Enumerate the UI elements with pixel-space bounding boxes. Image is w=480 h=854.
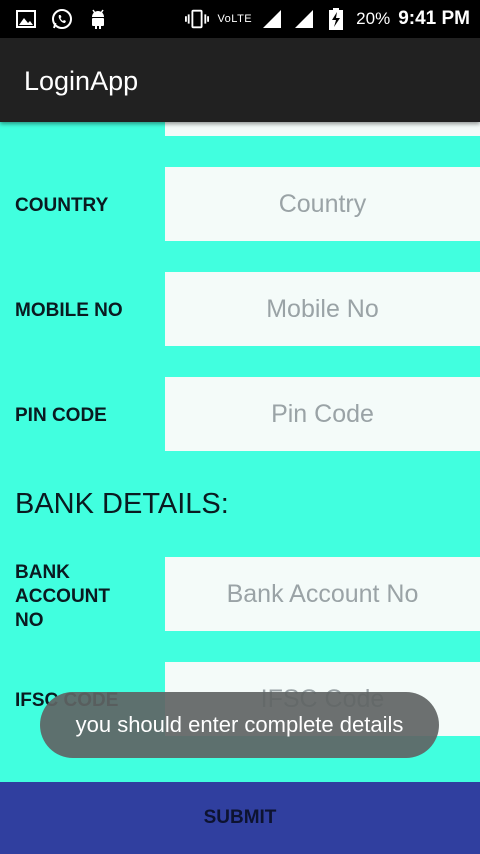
bank-account-label-line: ACCOUNT	[15, 586, 110, 607]
pin-code-field-container	[165, 377, 480, 451]
toast-message: you should enter complete details	[40, 692, 439, 758]
bank-account-input[interactable]	[165, 557, 480, 631]
app-title: LoginApp	[24, 66, 139, 96]
android-icon	[86, 7, 110, 31]
bank-account-label-line: BANK	[15, 562, 70, 583]
signal-icon	[260, 7, 284, 31]
country-field-container	[165, 167, 480, 241]
bank-account-field-container	[165, 557, 480, 631]
vibrate-icon	[185, 7, 210, 31]
country-label: COUNTRY	[15, 195, 109, 216]
system-status: VoLTE 20% 9:41 PM	[185, 0, 470, 38]
volte-label: VoLTE	[217, 13, 253, 25]
previous-field-sliver[interactable]	[165, 122, 480, 136]
pin-code-input[interactable]	[165, 377, 480, 451]
country-input[interactable]	[165, 167, 480, 241]
form-scroll-area[interactable]: COUNTRY MOBILE NO PIN CODE BANK DETAILS:…	[0, 122, 480, 782]
mobile-label: MOBILE NO	[15, 300, 123, 321]
clock: 9:41 PM	[398, 8, 470, 29]
status-bar: VoLTE 20% 9:41 PM	[0, 0, 480, 38]
gallery-icon	[14, 7, 38, 31]
notification-icons	[14, 7, 110, 31]
bank-account-label-line: NO	[15, 610, 44, 631]
pin-code-label: PIN CODE	[15, 405, 107, 426]
mobile-field-container	[165, 272, 480, 346]
bank-account-label: BANK ACCOUNT NO	[15, 561, 110, 633]
app-bar: LoginApp	[0, 38, 480, 122]
submit-button[interactable]: SUBMIT	[0, 782, 480, 854]
signal-icon	[292, 7, 316, 31]
battery-percent: 20%	[356, 9, 391, 28]
bank-details-heading: BANK DETAILS:	[15, 488, 229, 520]
battery-charging-icon	[324, 7, 348, 31]
whatsapp-icon	[50, 7, 74, 31]
mobile-input[interactable]	[165, 272, 480, 346]
